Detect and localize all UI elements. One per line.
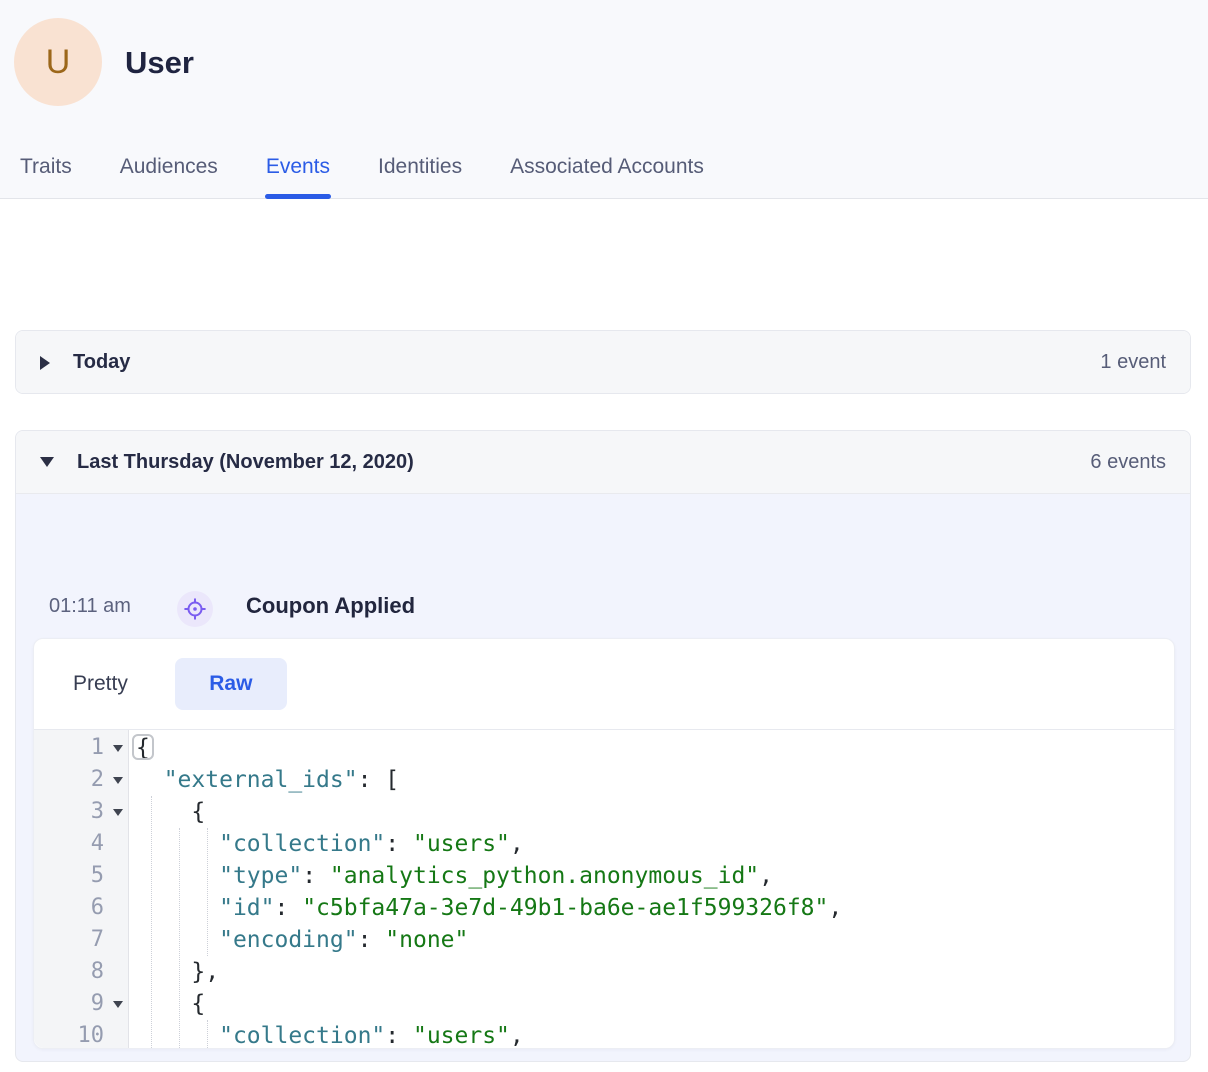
pretty-tab[interactable]: Pretty	[73, 672, 128, 696]
line-number: 1	[34, 732, 128, 764]
indent-guide	[207, 828, 208, 956]
event-row[interactable]: 01:11 am Coupon Applied	[16, 495, 1190, 599]
line-number: 8	[34, 956, 128, 988]
page-title: User	[125, 45, 194, 81]
tab-identities[interactable]: Identities	[378, 155, 462, 198]
event-type-badge	[177, 591, 213, 627]
indent-guide	[179, 828, 180, 1048]
code-line: "type": "analytics_python.anonymous_id",	[136, 860, 1174, 892]
indent-guide	[207, 1020, 208, 1048]
code-content: { "external_ids": [ { "collection": "use…	[129, 730, 1174, 1048]
event-time: 01:11 am	[49, 595, 131, 618]
tab-events[interactable]: Events	[266, 155, 330, 198]
profile-tabs: Traits Audiences Events Identities Assoc…	[20, 155, 704, 198]
code-line: "external_ids": [	[136, 764, 1174, 796]
line-number: 6	[34, 892, 128, 924]
payload-view-tabs: Pretty Raw	[34, 639, 1174, 729]
line-number: 2	[34, 764, 128, 796]
target-crosshair-icon	[183, 597, 207, 621]
json-raw-viewer[interactable]: 12345678910 { "external_ids": [ { "colle…	[34, 729, 1174, 1048]
event-group-last-thursday-header[interactable]: Last Thursday (November 12, 2020) 6 even…	[16, 431, 1190, 494]
chevron-down-icon	[40, 457, 54, 467]
fold-caret-icon[interactable]	[113, 1001, 123, 1008]
event-name: Coupon Applied	[246, 593, 415, 619]
group-label: Last Thursday (November 12, 2020)	[77, 451, 414, 474]
code-line: "collection": "users",	[136, 828, 1174, 860]
line-number: 4	[34, 828, 128, 860]
line-number-gutter: 12345678910	[34, 730, 129, 1048]
filter-bar	[0, 199, 1208, 309]
user-avatar: U	[14, 18, 102, 106]
code-line: },	[136, 956, 1174, 988]
group-event-count: 1 event	[1100, 351, 1166, 374]
line-number: 7	[34, 924, 128, 956]
event-group-today: Today 1 event	[15, 330, 1191, 394]
profile-header: U User Traits Audiences Events Identitie…	[0, 0, 1208, 199]
line-number: 9	[34, 988, 128, 1020]
tab-audiences[interactable]: Audiences	[120, 155, 218, 198]
line-number: 5	[34, 860, 128, 892]
chevron-right-icon	[40, 356, 50, 370]
avatar-letter: U	[46, 43, 71, 82]
tab-associated-accounts[interactable]: Associated Accounts	[510, 155, 704, 198]
code-line: "collection": "users",	[136, 1020, 1174, 1048]
group-event-count: 6 events	[1090, 451, 1166, 474]
fold-caret-icon[interactable]	[113, 745, 123, 752]
indent-guide	[151, 796, 152, 1048]
code-line: "encoding": "none"	[136, 924, 1174, 956]
line-number: 10	[34, 1020, 128, 1048]
code-line: {	[136, 988, 1174, 1020]
raw-tab[interactable]: Raw	[175, 658, 287, 710]
tab-traits[interactable]: Traits	[20, 155, 72, 198]
group-label: Today	[73, 351, 130, 374]
code-line: {	[136, 796, 1174, 828]
fold-caret-icon[interactable]	[113, 777, 123, 784]
line-number: 3	[34, 796, 128, 828]
code-line: {	[136, 732, 1174, 764]
event-group-today-header[interactable]: Today 1 event	[16, 331, 1190, 394]
fold-caret-icon[interactable]	[113, 809, 123, 816]
code-line: "id": "c5bfa47a-3e7d-49b1-ba6e-ae1f59932…	[136, 892, 1174, 924]
event-group-last-thursday: Last Thursday (November 12, 2020) 6 even…	[15, 430, 1191, 1062]
event-payload-card: Pretty Raw 12345678910 { "external_ids":…	[33, 638, 1175, 1049]
